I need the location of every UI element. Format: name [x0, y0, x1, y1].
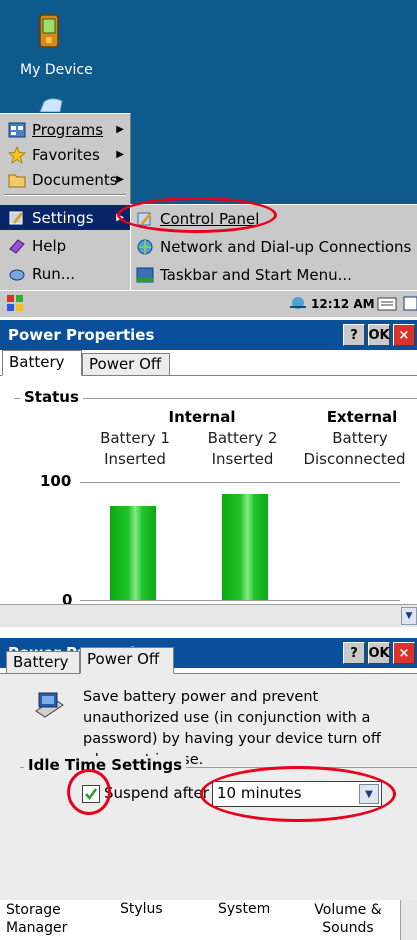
battery2-state: Inserted: [211, 450, 274, 468]
taskbar-clock[interactable]: 12:12 AM: [311, 297, 375, 311]
menu-item-label: Help: [32, 236, 67, 255]
window-title: Power Properties: [8, 326, 155, 344]
menu-item-label: Settings: [32, 208, 94, 227]
menu-item-label: Documents: [32, 170, 118, 189]
volume-sounds-item[interactable]: Volume & Sounds: [310, 901, 386, 937]
scroll-arrow-icon[interactable]: ▼: [401, 607, 417, 625]
storage-manager-item[interactable]: Storage Manager: [6, 901, 86, 937]
battery1-name: Battery 1: [100, 429, 170, 447]
battery1-state: Inserted: [104, 450, 166, 468]
recycle-bin-icon[interactable]: [36, 98, 66, 112]
desktop-switch-icon[interactable]: [403, 294, 417, 312]
power-properties-poweroff-window: Power Properties ? OK × Battery Power Of…: [0, 632, 417, 940]
tab-battery[interactable]: Battery: [6, 651, 80, 673]
battery2-level-bar: [222, 494, 268, 600]
tab-power-off[interactable]: Power Off: [80, 647, 174, 674]
taskbar-icon: [136, 267, 154, 283]
folder-icon: [8, 174, 26, 187]
ok-button[interactable]: OK: [368, 324, 390, 346]
my-device-label[interactable]: My Device: [20, 62, 93, 78]
axis-max-label: 100: [40, 472, 72, 490]
network-icon: [137, 239, 153, 255]
title-bar: Power Properties ? OK ×: [0, 320, 417, 350]
axis-max-line: [80, 482, 400, 483]
control-panel-strip: Storage Manager Stylus System Volume & S…: [0, 900, 417, 940]
menu-item-documents[interactable]: Documents ▶: [0, 167, 130, 192]
menu-item-label: Programs: [32, 120, 104, 139]
taskbar: 12:12 AM: [0, 290, 417, 317]
keyboard-icon[interactable]: [377, 294, 397, 312]
suspend-after-label[interactable]: Suspend after: [104, 784, 214, 802]
my-device-icon[interactable]: [38, 14, 60, 48]
external-label: External: [326, 408, 398, 426]
status-label: Status: [20, 388, 83, 406]
start-menu: Programs ▶ Favorites ▶ Documents ▶ Setti…: [0, 113, 131, 291]
submenu-arrow-icon: ▶: [116, 124, 124, 135]
submenu-arrow-icon: ▶: [116, 174, 124, 185]
vertical-scrollbar[interactable]: [400, 900, 417, 940]
settings-icon: [9, 211, 24, 224]
ok-button[interactable]: OK: [368, 642, 390, 664]
menu-item-settings[interactable]: Settings ▶: [0, 205, 130, 230]
help-icon: [9, 238, 25, 254]
star-icon: [8, 145, 26, 164]
tab-power-off[interactable]: Power Off: [82, 353, 170, 375]
menu-item-favorites[interactable]: Favorites ▶: [0, 142, 130, 167]
network-status-icon[interactable]: [288, 295, 308, 311]
help-button[interactable]: ?: [343, 642, 365, 664]
submenu-item-label: Taskbar and Start Menu...: [160, 266, 352, 284]
idle-time-settings-label: Idle Time Settings: [24, 756, 187, 774]
external-battery-state: Disconnected: [303, 450, 406, 468]
internal-label: Internal: [168, 408, 236, 426]
menu-item-help[interactable]: Help: [0, 233, 130, 258]
start-button-icon[interactable]: [6, 294, 24, 312]
annotation-circle-duration: [200, 766, 396, 822]
close-button[interactable]: ×: [393, 642, 415, 664]
menu-separator: [4, 194, 126, 196]
horizontal-scrollbar[interactable]: ▼: [0, 604, 417, 627]
menu-item-run[interactable]: Run...: [0, 261, 130, 286]
submenu-item-label: Network and Dial-up Connections: [160, 238, 412, 256]
programs-icon: [8, 122, 26, 137]
submenu-item-taskbar[interactable]: Taskbar and Start Menu...: [131, 261, 417, 289]
run-icon: [9, 269, 25, 280]
battery1-level-bar: [110, 506, 156, 600]
menu-item-programs[interactable]: Programs ▶: [0, 117, 130, 142]
menu-item-label: Favorites: [32, 145, 100, 164]
menu-item-label: Run...: [32, 264, 76, 283]
tab-strip-line: [0, 673, 417, 674]
submenu-item-network[interactable]: Network and Dial-up Connections: [131, 233, 417, 261]
system-item[interactable]: System: [218, 901, 270, 917]
stylus-item[interactable]: Stylus: [120, 901, 163, 917]
tab-battery[interactable]: Battery: [2, 350, 82, 376]
external-battery-name: Battery: [332, 429, 388, 447]
axis-min-line: [80, 600, 400, 601]
help-button[interactable]: ?: [343, 324, 365, 346]
annotation-circle-control-panel: [117, 197, 277, 233]
close-button[interactable]: ×: [393, 324, 415, 346]
power-properties-battery-window: Power Properties ? OK × Battery Power Of…: [0, 320, 417, 627]
submenu-arrow-icon: ▶: [116, 149, 124, 160]
annotation-circle-checkbox: [67, 769, 111, 815]
battery2-name: Battery 2: [207, 429, 278, 447]
power-device-icon: [35, 692, 64, 718]
